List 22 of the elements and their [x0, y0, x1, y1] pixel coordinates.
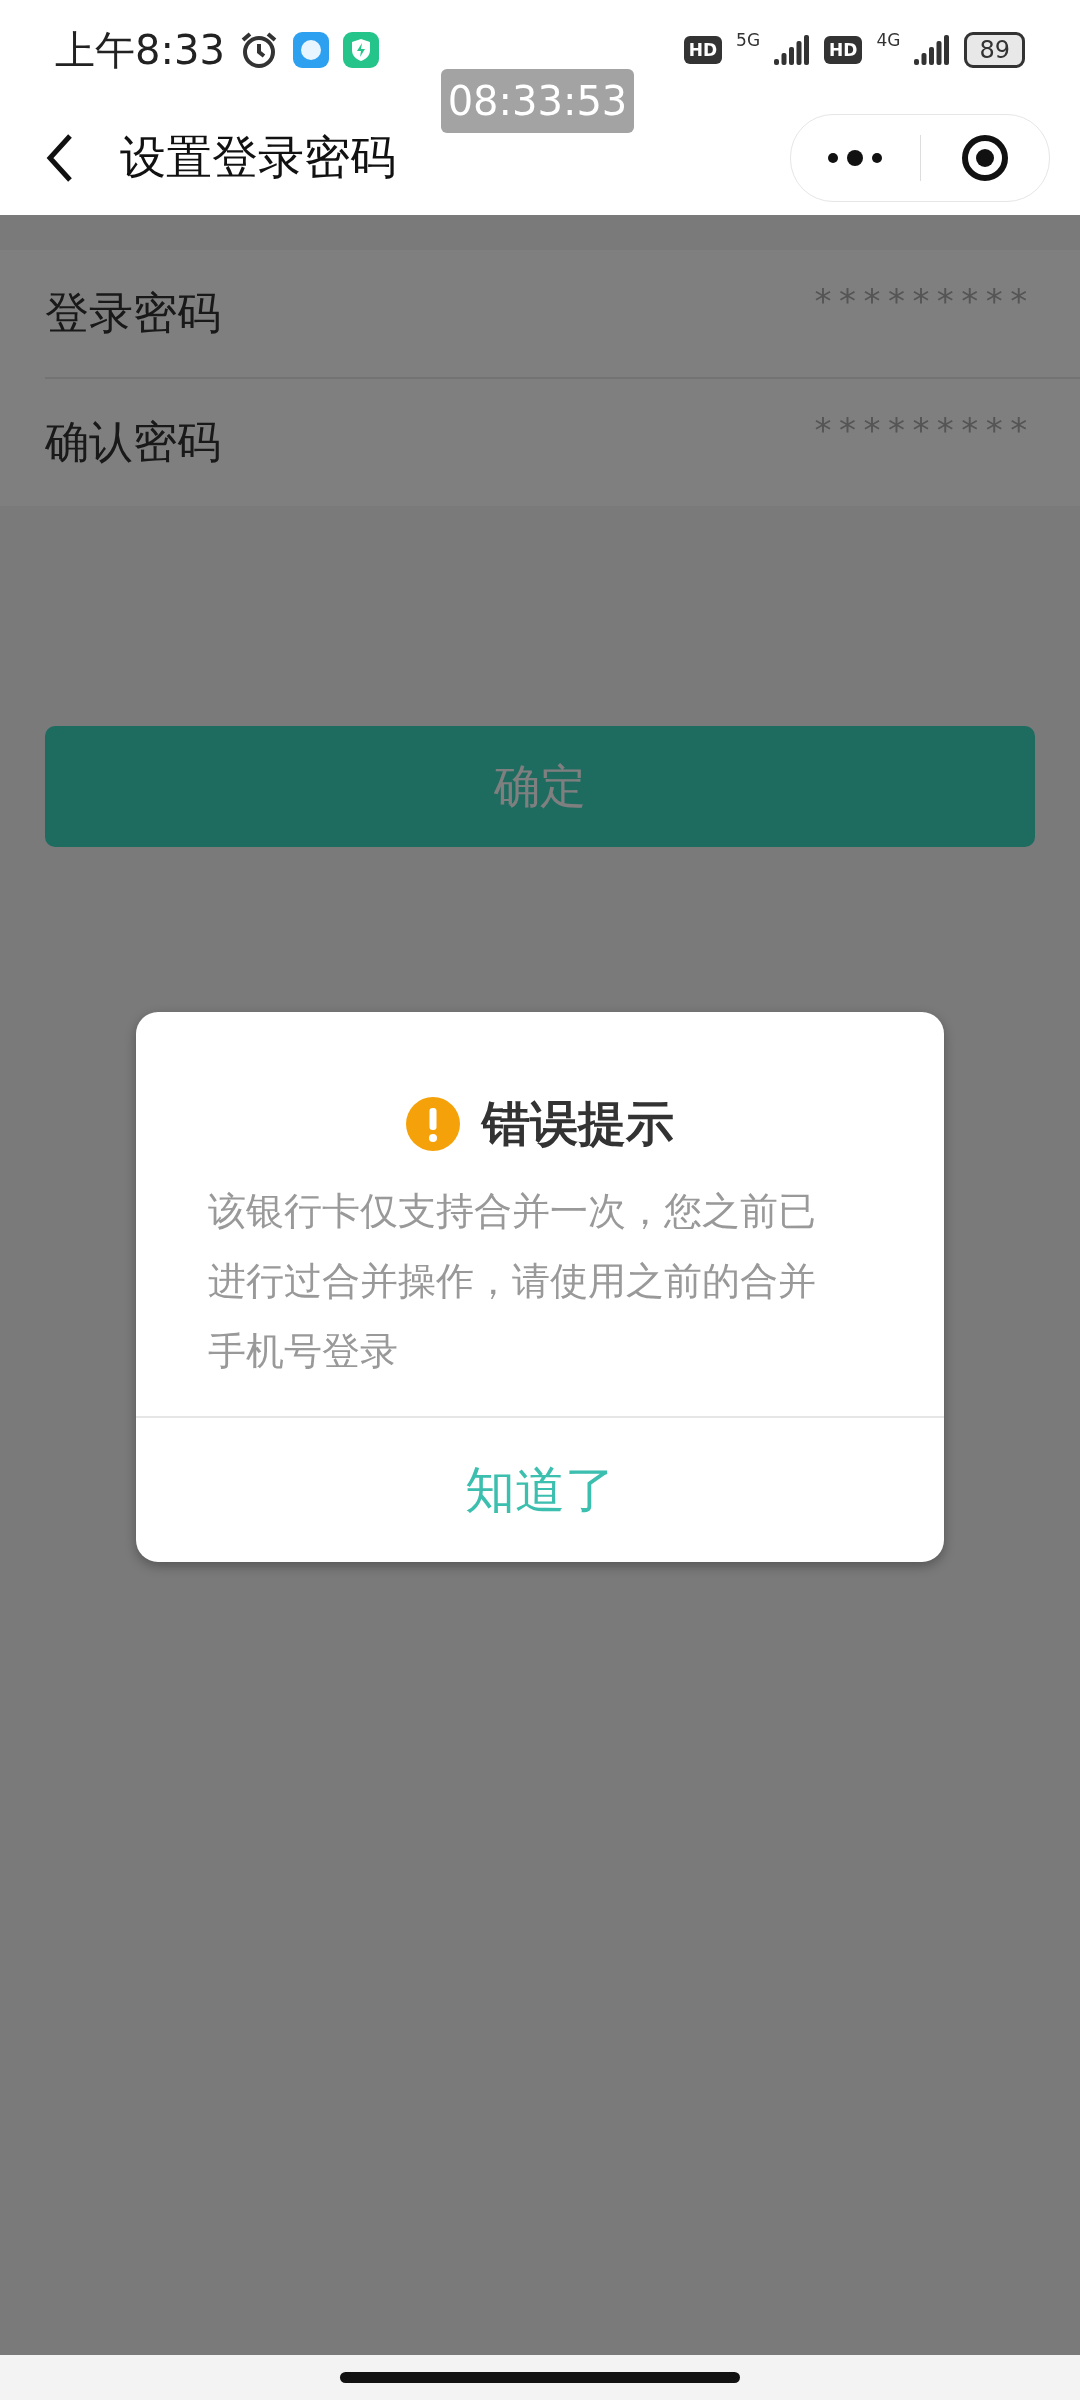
password-field[interactable]: *********: [305, 399, 1035, 461]
time-overlay: 08:33:53: [441, 69, 634, 133]
dialog-message: 该银行卡仅支持合并一次，您之前已进行过合并操作，请使用之前的合并手机号登录: [208, 1188, 817, 1375]
battery-level: 89: [964, 32, 1025, 68]
network-type: 4G: [876, 30, 901, 50]
password-field[interactable]: *********: [305, 270, 1035, 332]
app-icon: [292, 32, 329, 68]
page-title: 设置登录密码: [120, 128, 396, 186]
target-icon: [959, 132, 1010, 183]
hd-badge: HD: [683, 36, 723, 64]
signal-icon: [914, 35, 951, 65]
hd-badge: HD: [824, 36, 863, 64]
field-label: 确认密码: [45, 415, 222, 469]
confirm-button[interactable]: 确定: [45, 726, 1035, 847]
network-type: 5G: [736, 30, 761, 50]
warning-icon: [406, 1097, 460, 1151]
acknowledge-button[interactable]: 知道了: [136, 1416, 944, 1562]
shield-icon: [342, 32, 379, 68]
dialog-title: 错误提示: [482, 1094, 674, 1153]
status-time: 上午8:33: [55, 25, 225, 75]
field-label: 登录密码: [45, 286, 222, 340]
signal-icon: [774, 35, 811, 65]
